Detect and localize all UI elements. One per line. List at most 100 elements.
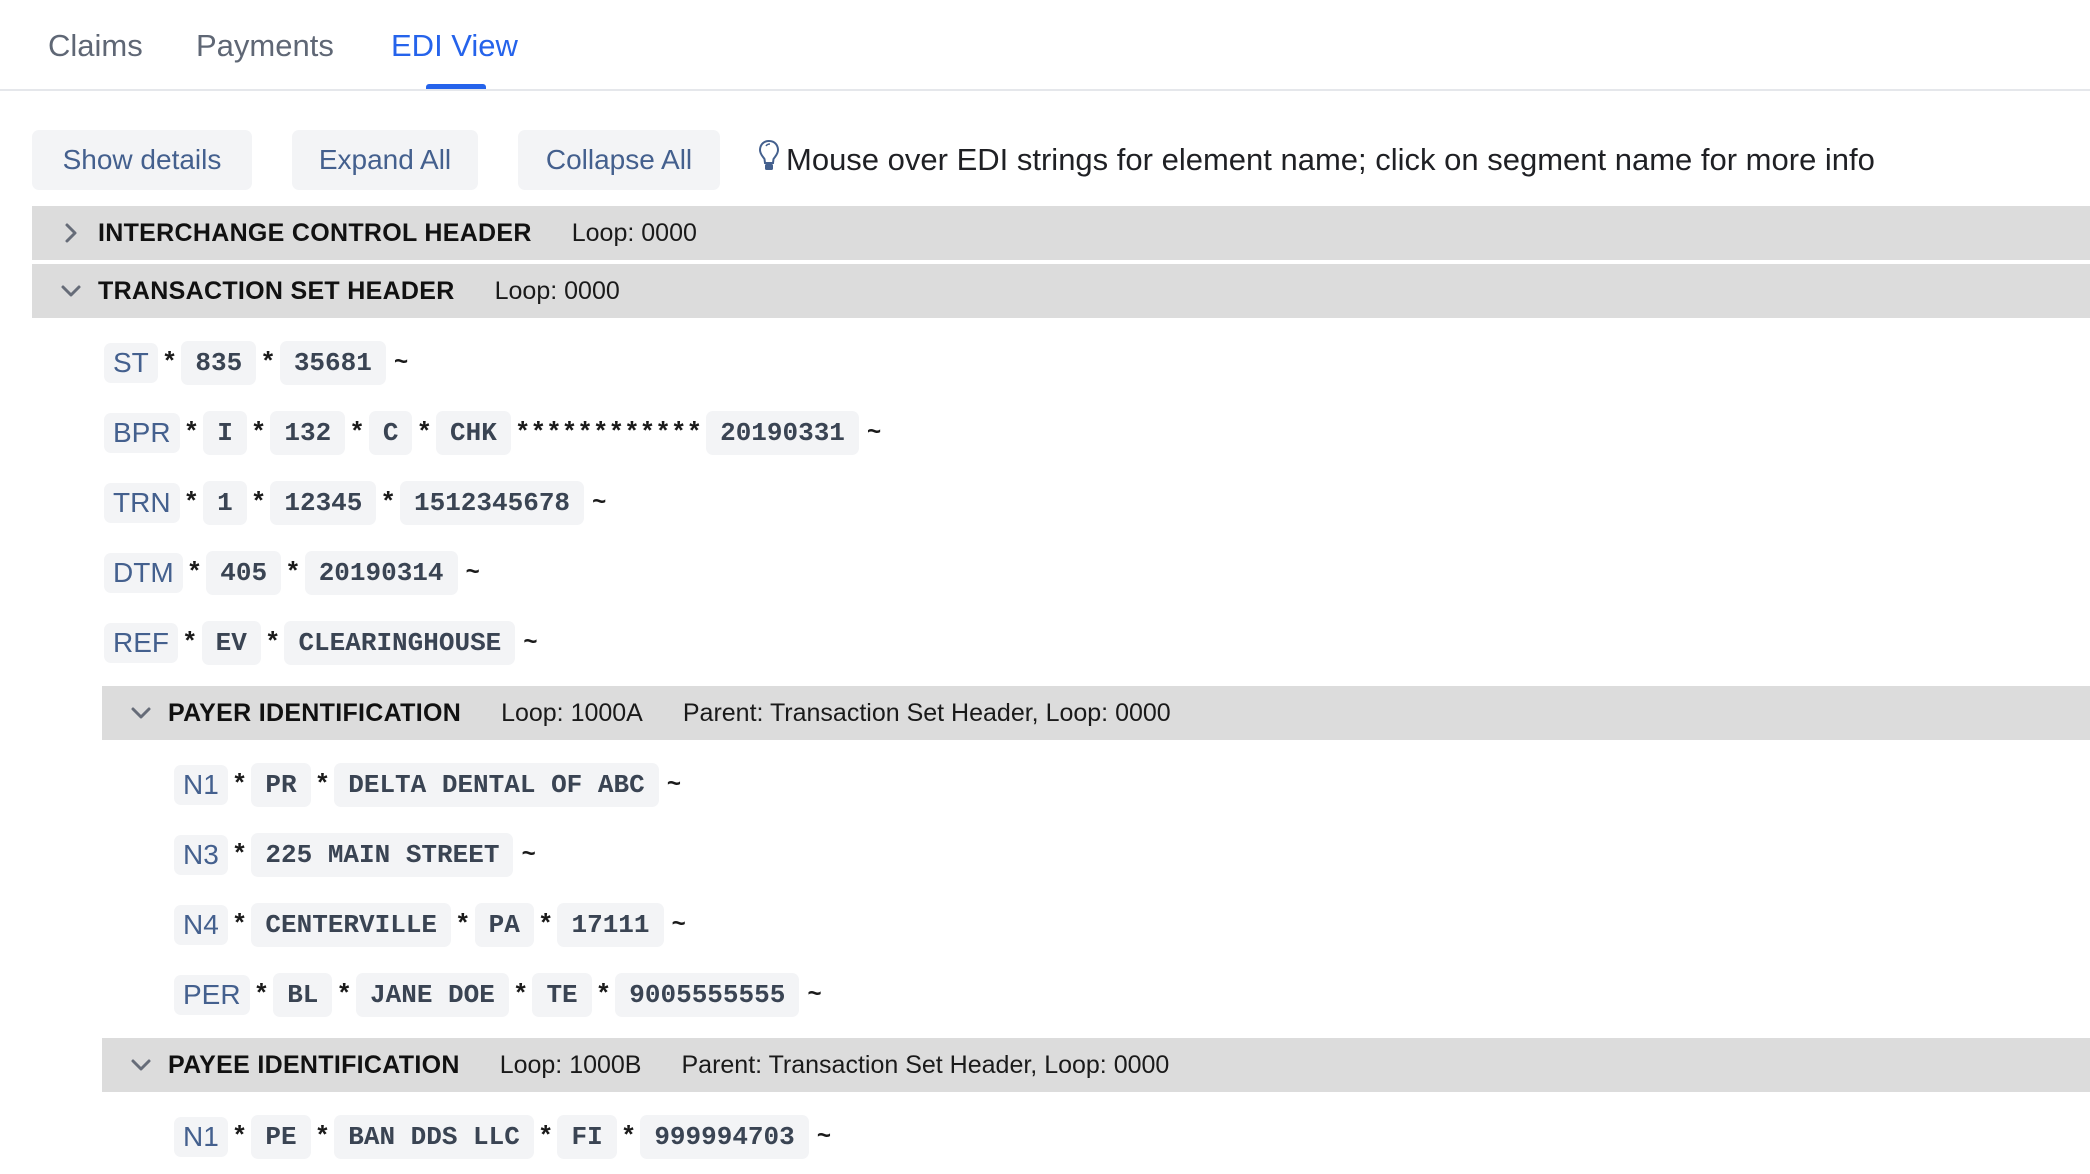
tab-claims[interactable]: Claims [48,24,143,68]
element-separator: * [231,840,248,870]
loop-name[interactable]: PAYER IDENTIFICATION [168,699,461,728]
segment-terminator: ~ [592,489,607,517]
element-value[interactable]: DELTA DENTAL OF ABC [334,763,659,807]
element-separator: * [260,348,276,378]
segment-id[interactable]: N3 [174,835,228,875]
segment-row: BPR * I * 132 * C * CHK ************ 20190331 ~ [104,403,881,463]
segment-row: REF * EV * CLEARINGHOUSE ~ [104,613,538,673]
collapse-all-button[interactable]: Collapse All [518,130,720,190]
loop-header-payer[interactable]: PAYER IDENTIFICATION Loop: 1000A Parent:… [102,686,2090,740]
element-value[interactable]: PE [251,1115,311,1159]
segment-terminator: ~ [666,771,682,799]
hint: Mouse over EDI strings for element name;… [758,139,1875,178]
element-value[interactable]: 35681 [279,341,386,385]
element-value[interactable]: 835 [181,341,257,385]
element-separator: * [250,418,267,448]
element-separator: * [314,770,331,800]
segment-id[interactable]: N1 [174,1117,228,1157]
segment-id[interactable]: PER [174,975,250,1015]
element-value[interactable]: 405 [206,551,282,595]
element-separator: * [250,488,267,518]
segment-id[interactable]: N1 [174,765,228,805]
element-separator: * [161,348,178,378]
element-value[interactable]: FI [557,1115,617,1159]
element-value[interactable]: 17111 [557,903,664,947]
segment-id[interactable]: TRN [104,483,180,523]
element-value[interactable]: 12345 [270,481,377,525]
element-value[interactable]: CLEARINGHOUSE [284,621,516,665]
element-value[interactable]: BAN DDS LLC [334,1115,534,1159]
element-value[interactable]: CHK [436,411,511,455]
segment-id[interactable]: DTM [104,553,183,593]
loop-header-interchange[interactable]: INTERCHANGE CONTROL HEADER Loop: 0000 [32,206,2090,260]
expand-all-button[interactable]: Expand All [292,130,478,190]
tab-edi-view[interactable]: EDI View [391,24,518,68]
element-value[interactable]: TE [532,973,592,1017]
loop-header-payee[interactable]: PAYEE IDENTIFICATION Loop: 1000B Parent:… [102,1038,2090,1092]
element-separator: * [264,628,281,658]
element-value[interactable]: JANE DOE [356,973,509,1017]
element-separator: * [455,910,471,940]
element-separator: * [231,910,248,940]
element-value[interactable]: C [368,411,413,455]
segment-terminator: ~ [816,1123,832,1151]
element-separator: ************ [514,418,703,448]
element-value[interactable]: PR [251,763,311,807]
element-value[interactable]: I [203,411,247,455]
element-value[interactable]: BL [273,973,333,1017]
loop-number: Loop: 0000 [494,276,620,305]
segment-terminator: ~ [807,981,822,1009]
chevron-right-icon[interactable] [58,220,84,246]
segment-terminator: ~ [393,349,409,377]
element-value[interactable]: 225 MAIN STREET [251,833,514,877]
element-value[interactable]: 9005555555 [615,973,800,1017]
loop-name[interactable]: PAYEE IDENTIFICATION [168,1051,460,1080]
segment-id[interactable]: BPR [104,413,180,453]
segment-terminator: ~ [465,559,480,587]
element-separator: * [336,980,353,1010]
chevron-down-icon[interactable] [128,700,154,726]
element-separator: * [231,770,248,800]
segment-id[interactable]: N4 [174,905,228,945]
loop-number: Loop: 1000A [501,698,643,727]
element-value[interactable]: EV [201,621,261,665]
chevron-down-icon[interactable] [58,278,84,304]
element-separator: * [314,1122,331,1152]
element-value[interactable]: PA [474,903,534,947]
segment-row: DTM * 405 * 20190314 ~ [104,543,480,603]
element-separator: * [380,488,396,518]
element-separator: * [183,488,200,518]
segment-row: N1 * PR * DELTA DENTAL OF ABC ~ [174,755,681,815]
toolbar: Show details Expand All Collapse All Mou… [32,130,1875,190]
segment-id[interactable]: REF [104,623,178,663]
element-value[interactable]: 132 [270,411,346,455]
segment-terminator: ~ [523,629,538,657]
segment-terminator: ~ [521,841,536,869]
element-separator: * [537,1122,554,1152]
element-separator: * [253,980,270,1010]
tab-payments[interactable]: Payments [196,24,334,68]
element-value[interactable]: 20190314 [304,551,458,595]
segment-row: PER * BL * JANE DOE * TE * 9005555555 ~ [174,965,822,1025]
chevron-down-icon[interactable] [128,1052,154,1078]
loop-name[interactable]: TRANSACTION SET HEADER [98,277,455,306]
element-separator: * [512,980,529,1010]
element-separator: * [537,910,554,940]
show-details-button[interactable]: Show details [32,130,252,190]
loop-parent: Parent: Transaction Set Header, Loop: 00… [682,698,1171,727]
lightbulb-icon [758,139,780,170]
element-separator: * [285,558,301,588]
element-value[interactable]: 999994703 [640,1115,809,1159]
element-separator: * [182,628,198,658]
segment-id[interactable]: ST [104,343,158,383]
loop-header-transaction-set[interactable]: TRANSACTION SET HEADER Loop: 0000 [32,264,2090,318]
segment-row: N1 * PE * BAN DDS LLC * FI * 999994703 ~ [174,1107,831,1167]
element-value[interactable]: 20190331 [706,411,859,455]
loop-number: Loop: 0000 [571,218,697,247]
loop-name[interactable]: INTERCHANGE CONTROL HEADER [98,219,532,248]
element-value[interactable]: 1512345678 [400,481,585,525]
element-value[interactable]: CENTERVILLE [251,903,452,947]
element-separator: * [231,1122,248,1152]
element-value[interactable]: 1 [203,481,247,525]
active-tab-indicator [426,84,486,89]
